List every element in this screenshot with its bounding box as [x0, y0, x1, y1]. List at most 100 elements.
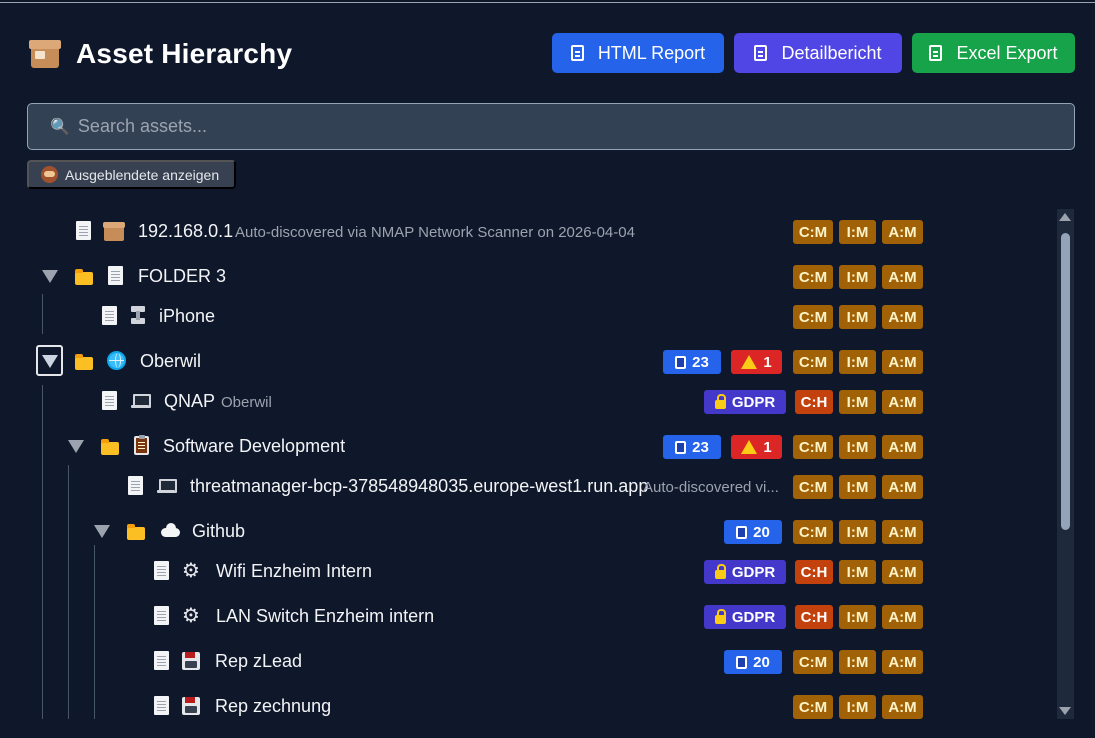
confidentiality-badge: C:M [793, 265, 833, 289]
lock-icon [714, 563, 726, 579]
folder-icon [127, 524, 145, 540]
caret-down-icon[interactable] [68, 440, 84, 453]
package-icon [28, 37, 62, 71]
availability-badge: A:M [882, 305, 923, 329]
asset-description: Auto-discovered via NMAP Network Scanner… [235, 224, 635, 241]
scroll-down-arrow-icon[interactable] [1059, 707, 1071, 715]
tree-row[interactable]: Rep zechnung C:M I:M A:M [27, 686, 1057, 719]
confidentiality-badge: C:H [795, 560, 833, 584]
excel-export-label: Excel Export [956, 42, 1058, 63]
floppy-disk-icon [182, 697, 200, 715]
tree-row[interactable]: ⚙ Wifi Enzheim Intern GDPR C:H I:M A:M [27, 551, 1057, 591]
document-icon [154, 561, 169, 580]
availability-badge: A:M [882, 265, 923, 289]
tree-row[interactable]: 192.168.0.1 Auto-discovered via NMAP Net… [27, 211, 1057, 251]
lock-icon [714, 608, 726, 624]
clipboard-icon [675, 440, 687, 454]
asset-name: LAN Switch Enzheim intern [216, 606, 435, 626]
availability-badge: A:M [882, 560, 923, 584]
measures-count-badge: 23 [663, 350, 721, 374]
scrollbar-thumb[interactable] [1061, 233, 1070, 530]
tree-row[interactable]: Github 20 C:M I:M A:M [27, 511, 1057, 551]
integrity-badge: I:M [839, 520, 876, 544]
clipboard-icon [736, 655, 748, 669]
tree-row[interactable]: FOLDER 3 C:M I:M A:M [27, 256, 1057, 296]
tree-row[interactable]: threatmanager-bcp-378548948035.europe-we… [27, 466, 1057, 506]
gear-icon: ⚙ [182, 605, 200, 627]
search-input[interactable] [77, 116, 978, 137]
warning-icon [741, 440, 758, 454]
folder-icon [75, 354, 93, 370]
window-top-border [0, 2, 1095, 3]
availability-badge: A:M [882, 475, 923, 499]
availability-badge: A:M [882, 650, 923, 674]
gdpr-badge: GDPR [704, 605, 786, 629]
folder-icon [75, 269, 93, 285]
document-icon [154, 696, 169, 715]
laptop-icon [157, 479, 177, 493]
integrity-badge: I:M [839, 435, 876, 459]
gear-icon: ⚙ [182, 560, 200, 582]
tree-scrollbar[interactable] [1057, 209, 1074, 719]
asset-tree: 192.168.0.1 Auto-discovered via NMAP Net… [27, 209, 1057, 719]
document-icon [570, 45, 584, 61]
availability-badge: A:M [882, 390, 923, 414]
availability-badge: A:M [882, 350, 923, 374]
title-group: Asset Hierarchy [28, 37, 292, 71]
asset-name: 192.168.0.1 [138, 221, 234, 241]
asset-name: Software Development [163, 436, 346, 456]
floppy-disk-icon [182, 652, 200, 670]
availability-badge: A:M [882, 520, 923, 544]
show-hidden-label: Ausgeblendete anzeigen [65, 166, 220, 183]
caret-down-icon[interactable] [42, 270, 58, 283]
tree-row[interactable]: QNAP Oberwil GDPR C:H I:M A:M [27, 381, 1057, 421]
confidentiality-badge: C:H [795, 605, 833, 629]
measures-count: 20 [753, 653, 770, 671]
integrity-badge: I:M [839, 475, 876, 499]
laptop-icon [131, 394, 151, 408]
folder-icon [101, 439, 119, 455]
integrity-badge: I:M [839, 305, 876, 329]
document-icon [128, 476, 143, 495]
asset-name: Github [192, 521, 246, 541]
warning-count-badge: 1 [731, 435, 782, 459]
document-icon [108, 266, 123, 285]
html-report-label: HTML Report [597, 42, 706, 63]
clipboard-icon [736, 525, 748, 539]
excel-export-button[interactable]: Excel Export [912, 33, 1075, 73]
scroll-up-arrow-icon[interactable] [1059, 213, 1071, 221]
tree-row[interactable]: ⚙ LAN Switch Enzheim intern GDPR C:H I:M… [27, 596, 1057, 636]
asset-description: Auto-discovered vi... [643, 479, 779, 496]
availability-badge: A:M [882, 435, 923, 459]
caret-down-icon [42, 355, 58, 368]
warning-count-badge: 1 [731, 350, 782, 374]
tree-row[interactable]: Oberwil 23 1 C:M I:M A:M [27, 341, 1057, 381]
document-icon [154, 651, 169, 670]
availability-badge: A:M [882, 605, 923, 629]
show-hidden-button[interactable]: Ausgeblendete anzeigen [27, 160, 236, 189]
asset-name: Rep zechnung [215, 696, 332, 716]
asset-name: Oberwil [140, 351, 202, 371]
caret-down-icon[interactable] [94, 525, 110, 538]
search-icon: 🔍 [50, 118, 70, 136]
tree-row[interactable]: Rep zLead 20 C:M I:M A:M [27, 641, 1057, 681]
html-report-button[interactable]: HTML Report [552, 33, 724, 73]
document-icon [102, 306, 117, 325]
confidentiality-badge: C:M [793, 650, 833, 674]
asset-name: threatmanager-bcp-378548948035.europe-we… [190, 476, 649, 496]
document-icon [154, 606, 169, 625]
confidentiality-badge: C:M [793, 220, 833, 244]
lock-icon [714, 393, 726, 409]
integrity-badge: I:M [839, 265, 876, 289]
globe-icon [107, 351, 126, 370]
confidentiality-badge: C:M [793, 305, 833, 329]
confidentiality-badge: C:H [795, 390, 833, 414]
detail-report-label: Detailbericht [781, 42, 882, 63]
tree-row[interactable]: iPhone C:M I:M A:M [27, 296, 1057, 336]
tree-row[interactable]: Software Development 23 1 C:M I:M A:M [27, 426, 1057, 466]
clipboard-icon [134, 435, 149, 455]
page-header: Asset Hierarchy HTML Report Detailberich… [28, 33, 1075, 75]
measures-count: 20 [753, 523, 770, 541]
detail-report-button[interactable]: Detailbericht [734, 33, 902, 73]
expand-toggle[interactable] [36, 345, 63, 376]
